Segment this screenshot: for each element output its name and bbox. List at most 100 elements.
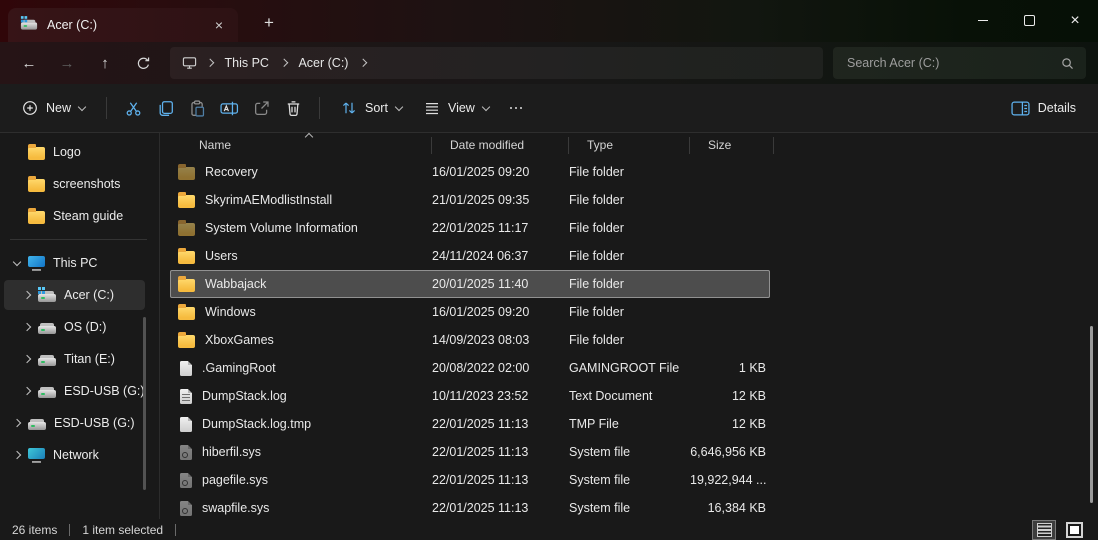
rename-button[interactable] bbox=[214, 91, 244, 125]
tab-label: Acer (C:) bbox=[47, 18, 97, 32]
details-view-button[interactable] bbox=[1032, 519, 1056, 540]
maximize-button[interactable] bbox=[1006, 0, 1052, 41]
file-row-swapfile-sys[interactable]: swapfile.sys 22/01/2025 11:13 System file 1… bbox=[170, 494, 770, 519]
new-button[interactable]: New bbox=[12, 91, 95, 125]
sidebar-item-this-pc[interactable]: This PC bbox=[4, 248, 145, 278]
sidebar-item-os-d[interactable]: OS (D:) bbox=[4, 312, 145, 342]
this-pc-icon bbox=[182, 57, 197, 69]
up-button[interactable]: ↑ bbox=[88, 48, 122, 78]
breadcrumb-item-acer-c[interactable]: Acer (C:) bbox=[296, 54, 350, 72]
column-header-date-modified[interactable]: Date modified bbox=[432, 137, 569, 154]
sidebar-item-network[interactable]: Network bbox=[4, 440, 145, 470]
sidebar-item-esd-usb-g[interactable]: ESD-USB (G:) bbox=[4, 376, 145, 406]
forward-button[interactable]: → bbox=[50, 48, 84, 78]
drive-icon bbox=[28, 418, 46, 430]
sidebar-item-label: Steam guide bbox=[53, 209, 124, 223]
file-row-windows[interactable]: Windows 16/01/2025 09:20 File folder bbox=[170, 298, 770, 326]
file-row-skyrimaemodlistinstall[interactable]: SkyrimAEModlistInstall 21/01/2025 09:35 Fi… bbox=[170, 186, 770, 214]
sidebar-item-esd-usb-g[interactable]: ESD-USB (G:) bbox=[4, 408, 145, 438]
details-view-icon bbox=[1036, 522, 1052, 537]
minimize-button[interactable] bbox=[960, 0, 1006, 41]
refresh-button[interactable] bbox=[126, 48, 160, 78]
file-type: System file bbox=[569, 473, 631, 487]
file-name: .GamingRoot bbox=[202, 361, 276, 375]
tab-acer-c[interactable]: Acer (C:) × bbox=[8, 8, 238, 42]
file-row-system-volume-information[interactable]: System Volume Information 22/01/2025 11:1… bbox=[170, 214, 770, 242]
file-type: File folder bbox=[569, 277, 624, 291]
sidebar-item-label: ESD-USB (G:) bbox=[54, 416, 135, 430]
file-name-cell: DumpStack.log.tmp bbox=[170, 416, 432, 432]
sidebar-item-label: Acer (C:) bbox=[64, 288, 114, 302]
breadcrumb-chevron-icon bbox=[279, 59, 288, 67]
sidebar-item-screenshots[interactable]: screenshots bbox=[4, 169, 145, 199]
sidebar-item-label: ESD-USB (G:) bbox=[64, 384, 145, 398]
file-row-pagefile-sys[interactable]: pagefile.sys 22/01/2025 11:13 System file 1… bbox=[170, 466, 770, 494]
drive-icon bbox=[38, 386, 56, 398]
back-button[interactable]: ← bbox=[12, 48, 46, 78]
folder-icon bbox=[28, 176, 45, 192]
file-row-users[interactable]: Users 24/11/2024 06:37 File folder bbox=[170, 242, 770, 270]
new-plus-icon bbox=[23, 101, 37, 115]
chevron-right-icon[interactable] bbox=[22, 386, 32, 396]
file-type: Text Document bbox=[569, 389, 653, 403]
file-row-wabbajack[interactable]: Wabbajack 20/01/2025 11:40 File folder bbox=[170, 270, 770, 298]
file-row-dumpstack-log-tmp[interactable]: DumpStack.log.tmp 22/01/2025 11:13 TMP Fil… bbox=[170, 410, 770, 438]
chevron-slot bbox=[22, 354, 32, 364]
sidebar-item-steam-guide[interactable]: Steam guide bbox=[4, 201, 145, 231]
breadcrumb: This PC Acer (C:) bbox=[170, 47, 823, 79]
chevron-right-icon[interactable] bbox=[22, 290, 32, 300]
sidebar-item-label: Network bbox=[53, 448, 99, 462]
sidebar-item-acer-c[interactable]: Acer (C:) bbox=[4, 280, 145, 310]
chevron-down-icon bbox=[394, 102, 404, 111]
delete-button[interactable] bbox=[278, 91, 308, 125]
tab-close-icon[interactable]: × bbox=[208, 14, 230, 36]
cut-button[interactable] bbox=[118, 91, 148, 125]
chevron-down-icon bbox=[77, 102, 87, 111]
sidebar-item-label: Logo bbox=[53, 145, 81, 159]
file-type: File folder bbox=[569, 249, 624, 263]
file-row-gamingroot[interactable]: .GamingRoot 20/08/2022 02:00 GAMINGROOT Fi… bbox=[170, 354, 770, 382]
sidebar-item-titan-e[interactable]: Titan (E:) bbox=[4, 344, 145, 374]
chevron-right-icon[interactable] bbox=[22, 354, 32, 364]
system-file-icon bbox=[180, 472, 192, 488]
sidebar-item-logo[interactable]: Logo bbox=[4, 137, 145, 167]
refresh-icon bbox=[137, 57, 149, 69]
file-row-dumpstack-log[interactable]: DumpStack.log 10/11/2023 23:52 Text Docume… bbox=[170, 382, 770, 410]
file-name: Wabbajack bbox=[205, 277, 267, 291]
paste-button[interactable] bbox=[182, 91, 212, 125]
file-row-xboxgames[interactable]: XboxGames 14/09/2023 08:03 File folder bbox=[170, 326, 770, 354]
chevron-right-icon[interactable] bbox=[12, 418, 22, 428]
share-button[interactable] bbox=[246, 91, 276, 125]
column-header-size[interactable]: Size bbox=[690, 137, 774, 154]
file-name: DumpStack.log bbox=[202, 389, 287, 403]
search-input[interactable] bbox=[845, 55, 1061, 71]
chevron-slot bbox=[12, 450, 22, 460]
file-name-cell: pagefile.sys bbox=[170, 472, 432, 488]
chevron-down-icon[interactable] bbox=[12, 257, 22, 266]
view-button[interactable]: View bbox=[414, 91, 499, 125]
chevron-right-icon[interactable] bbox=[22, 322, 32, 332]
more-options-button[interactable] bbox=[501, 91, 531, 125]
copy-icon bbox=[159, 100, 173, 116]
file-name: DumpStack.log.tmp bbox=[202, 417, 312, 431]
copy-button[interactable] bbox=[150, 91, 180, 125]
sidebar-scrollbar[interactable] bbox=[143, 317, 146, 490]
file-name-cell: Recovery bbox=[170, 164, 432, 180]
column-header-type[interactable]: Type bbox=[569, 137, 690, 154]
details-label: Details bbox=[1037, 101, 1076, 115]
file-size: 16,384 KB bbox=[707, 501, 766, 515]
sort-button[interactable]: Sort bbox=[331, 91, 412, 125]
close-button[interactable]: × bbox=[1052, 0, 1098, 41]
file-row-recovery[interactable]: Recovery 16/01/2025 09:20 File folder bbox=[170, 158, 770, 186]
new-tab-button[interactable]: + bbox=[254, 8, 284, 38]
column-header-name[interactable]: Name bbox=[170, 137, 432, 154]
drive-windows-icon bbox=[20, 16, 38, 30]
file-list-scrollbar[interactable] bbox=[1090, 326, 1093, 503]
breadcrumb-item-this-pc[interactable]: This PC bbox=[223, 54, 271, 72]
file-row-hiberfil-sys[interactable]: hiberfil.sys 22/01/2025 11:13 System file 6… bbox=[170, 438, 770, 466]
details-pane-button[interactable]: Details bbox=[1001, 91, 1086, 125]
chevron-right-icon[interactable] bbox=[12, 450, 22, 460]
large-icons-view-button[interactable] bbox=[1062, 520, 1086, 540]
paste-icon bbox=[190, 99, 204, 117]
file-name-cell: SkyrimAEModlistInstall bbox=[170, 192, 432, 208]
